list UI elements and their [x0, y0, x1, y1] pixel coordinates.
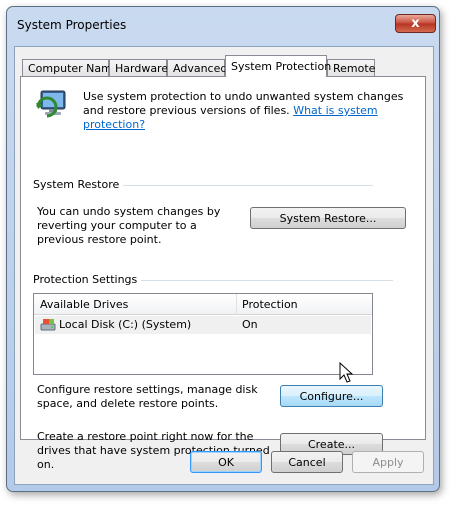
column-header-protection[interactable]: Protection [242, 298, 298, 311]
dialog-client-area: Computer Name Hardware Advanced System P… [14, 46, 434, 485]
configure-description: Configure restore settings, manage disk … [37, 383, 258, 410]
tab-remote[interactable]: Remote [327, 59, 375, 76]
window-title: System Properties [17, 18, 127, 32]
system-restore-heading: System Restore [33, 178, 124, 191]
tab-advanced[interactable]: Advanced [167, 59, 227, 76]
intro-text: Use system protection to undo unwanted s… [83, 90, 413, 132]
available-drives-list[interactable]: Available Drives Protection Local Disk (… [33, 293, 373, 375]
drive-name: Local Disk (C:) (System) [59, 318, 192, 331]
mouse-pointer-icon [339, 362, 354, 383]
tab-hardware[interactable]: Hardware [109, 59, 168, 76]
cancel-button[interactable]: Cancel [271, 451, 343, 473]
system-protection-panel: Use system protection to undo unwanted s… [20, 76, 426, 471]
tab-system-protection[interactable]: System Protection [225, 55, 331, 77]
tab-computer-name[interactable]: Computer Name [22, 59, 119, 76]
close-icon: x [411, 16, 420, 31]
table-row[interactable]: Local Disk (C:) (System) On [35, 316, 371, 334]
apply-button[interactable]: Apply [352, 451, 424, 473]
system-protection-icon [36, 90, 66, 118]
list-header: Available Drives Protection [34, 294, 372, 315]
system-restore-button[interactable]: System Restore... [250, 207, 406, 229]
system-properties-window: System Properties x Computer Name Hardwa… [6, 6, 440, 492]
protection-settings-heading: Protection Settings [33, 273, 142, 286]
column-divider [236, 294, 237, 314]
system-restore-description: You can undo system changes by reverting… [37, 205, 221, 246]
configure-button[interactable]: Configure... [280, 385, 383, 407]
close-button[interactable]: x [395, 14, 436, 33]
local-disk-icon [40, 319, 56, 331]
ok-button[interactable]: OK [190, 451, 262, 473]
column-header-available-drives[interactable]: Available Drives [40, 298, 128, 311]
drive-protection-status: On [242, 318, 258, 331]
